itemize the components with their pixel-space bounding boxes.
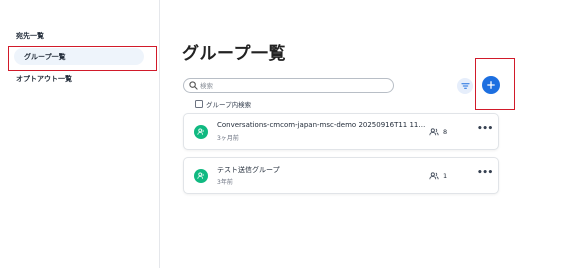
member-count-value: 8 <box>443 128 448 136</box>
members-icon <box>429 172 439 180</box>
group-icon <box>194 125 208 139</box>
group-updated-time: 3年前 <box>217 179 233 186</box>
group-search-toggle[interactable]: グループ内検索 <box>195 99 252 109</box>
more-options-icon[interactable]: ••• <box>477 168 493 178</box>
group-name[interactable]: テスト送信グループ <box>217 165 280 175</box>
page-title: グループ一覧 <box>182 44 286 64</box>
plus-icon <box>487 81 495 89</box>
group-search-checkbox[interactable] <box>195 99 203 108</box>
group-search-label: グループ内検索 <box>206 100 252 109</box>
group-card[interactable]: Conversations-cmcom-japan-msc-demo 20250… <box>183 113 499 150</box>
group-name[interactable]: Conversations-cmcom-japan-msc-demo 20250… <box>217 121 427 129</box>
group-updated-time: 3ヶ月前 <box>217 135 239 142</box>
member-count-value: 1 <box>443 172 448 180</box>
members-icon <box>429 128 439 136</box>
search-box[interactable] <box>183 78 394 93</box>
add-group-button[interactable] <box>482 76 500 94</box>
more-options-icon[interactable]: ••• <box>477 124 493 134</box>
search-icon <box>189 81 198 90</box>
group-card[interactable]: テスト送信グループ 3年前 1 ••• <box>183 157 499 194</box>
member-count: 1 <box>429 172 447 180</box>
sidebar-item-optout[interactable]: オプトアウト一覧 <box>16 74 72 84</box>
sidebar-item-groups[interactable]: グループ一覧 <box>14 48 144 65</box>
sidebar-item-label: グループ一覧 <box>24 53 66 61</box>
filter-icon <box>460 83 470 89</box>
main-content: グループ一覧 グループ内検索 Conve <box>160 0 569 268</box>
member-count: 8 <box>429 128 447 136</box>
filter-button[interactable] <box>457 78 473 94</box>
group-icon <box>194 169 208 183</box>
sidebar: 宛先一覧 グループ一覧 オプトアウト一覧 <box>0 0 160 268</box>
search-input[interactable] <box>200 80 385 91</box>
sidebar-item-recipients[interactable]: 宛先一覧 <box>16 31 44 41</box>
